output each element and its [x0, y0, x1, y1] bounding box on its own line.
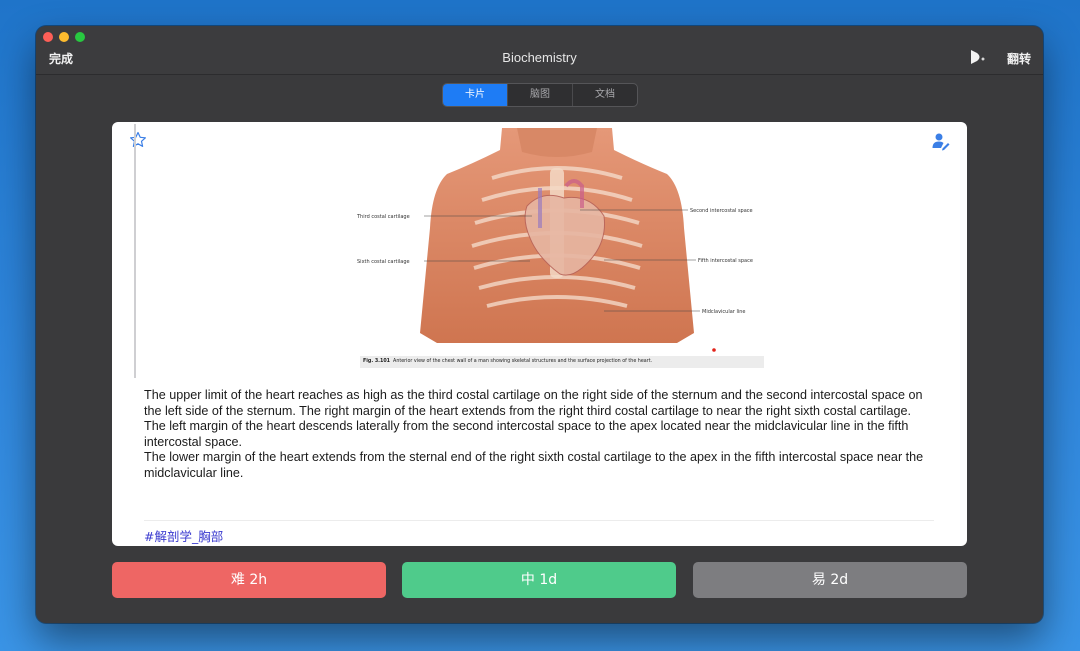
view-tabs: 卡片 脑图 文档 [442, 83, 638, 107]
tab-document[interactable]: 文档 [572, 84, 637, 106]
rate-hard-button[interactable]: 难 2h [112, 562, 386, 598]
zoom-window-button[interactable] [75, 32, 85, 42]
label-sixth-costal: Sixth costal cartilage [357, 259, 410, 265]
label-third-costal: Third costal cartilage [357, 214, 410, 220]
tab-card[interactable]: 卡片 [443, 84, 507, 106]
person-edit-icon[interactable] [931, 131, 951, 151]
paragraph: The lower margin of the heart extends fr… [144, 450, 924, 480]
tab-mindmap[interactable]: 脑图 [507, 84, 572, 106]
paragraph: The left margin of the heart descends la… [144, 419, 909, 449]
star-outline-icon[interactable] [129, 131, 147, 149]
flip-button[interactable]: 翻转 [1007, 50, 1031, 67]
anatomy-figure: Third costal cartilage Sixth costal cart… [342, 128, 772, 372]
speaker-icon[interactable] [968, 48, 986, 66]
flashcard: Third costal cartilage Sixth costal cart… [112, 122, 967, 546]
title-bar: 完成 Biochemistry 翻转 [36, 26, 1043, 75]
quote-rule [134, 124, 136, 378]
chest-illustration [420, 128, 716, 352]
label-midclavicular: Midclavicular line [702, 309, 746, 315]
figure-caption: Fig. 3.101 Anterior view of the chest wal… [360, 356, 764, 368]
caption-number: Fig. 3.101 [363, 359, 391, 364]
close-window-button[interactable] [43, 32, 53, 42]
window-title: Biochemistry [502, 50, 577, 65]
caption-text: Anterior view of the chest wall of a man… [393, 359, 653, 364]
card-answer-text: The upper limit of the heart reaches as … [144, 388, 934, 481]
paragraph: The upper limit of the heart reaches as … [144, 388, 923, 418]
tag-link[interactable]: #解剖学_胸部 [144, 526, 223, 545]
divider [144, 520, 934, 521]
label-second-intercostal: Second intercostal space [690, 208, 753, 214]
app-window: 完成 Biochemistry 翻转 卡片 脑图 文档 Third costal… [36, 26, 1043, 623]
label-fifth-intercostal: Fifth intercostal space [698, 258, 753, 264]
minimize-window-button[interactable] [59, 32, 69, 42]
rate-easy-button[interactable]: 易 2d [693, 562, 967, 598]
rate-medium-button[interactable]: 中 1d [402, 562, 676, 598]
